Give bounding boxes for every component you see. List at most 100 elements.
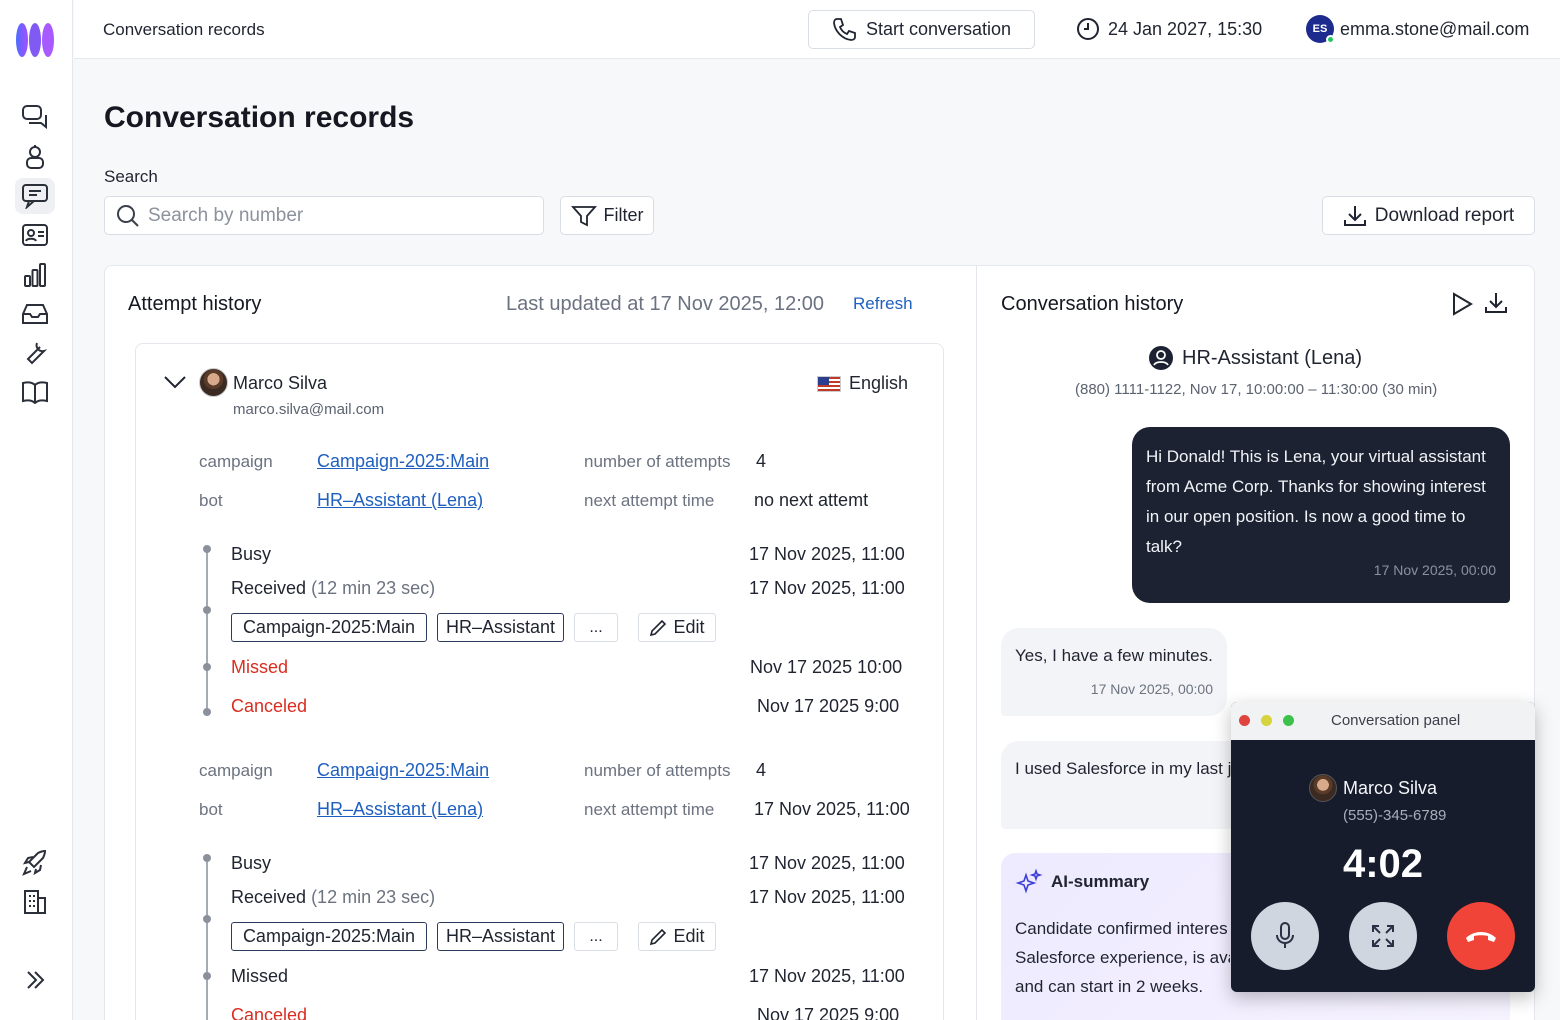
edit-label: Edit [673, 617, 705, 637]
event-status-text: Received [231, 887, 307, 907]
chats-icon[interactable] [15, 99, 55, 135]
inbox-icon[interactable] [15, 296, 55, 332]
window-titlebar[interactable]: Conversation panel [1231, 702, 1535, 740]
knowledge-base-icon[interactable] [15, 374, 55, 410]
filter-button[interactable]: Filter [560, 196, 654, 235]
start-conversation-button[interactable]: Start conversation [808, 10, 1035, 49]
sidebar [0, 0, 73, 1020]
edit-button[interactable]: Edit [638, 613, 716, 642]
conversation-records-icon[interactable] [15, 178, 55, 214]
language-label: English [849, 373, 909, 393]
event-time: Nov 17 2025 9:00 [757, 696, 900, 716]
panel-divider [976, 265, 977, 1020]
user-menu[interactable]: ES emma.stone@mail.com [1306, 15, 1529, 44]
campaign-label: campaign [199, 761, 273, 780]
caller-number: (555)-345-6789 [1343, 807, 1447, 824]
bot-tag[interactable]: HR–Assistant [437, 613, 564, 642]
download-report-button[interactable]: Download report [1322, 196, 1535, 235]
event-status-text: Received [231, 578, 307, 598]
bot-tag[interactable]: HR–Assistant [437, 922, 564, 951]
event-time: 17 Nov 2025, 11:00 [749, 578, 905, 598]
timeline-line [206, 548, 208, 713]
timeline-dot [203, 606, 211, 614]
search-box[interactable] [104, 196, 544, 235]
maximize-window-icon[interactable] [1283, 715, 1294, 726]
expand-icon [1370, 923, 1396, 949]
analytics-icon[interactable] [15, 257, 55, 293]
message-text: Yes, I have a few minutes. [1015, 646, 1213, 665]
play-icon[interactable] [1451, 292, 1473, 316]
edit-button[interactable]: Edit [638, 922, 716, 951]
bot-avatar-icon [1148, 345, 1174, 371]
event-time: 17 Nov 2025, 11:00 [749, 887, 905, 907]
campaign-link[interactable]: Campaign-2025:Main [317, 760, 489, 781]
search-label: Search [104, 167, 158, 186]
attempts-count-label: number of attempts [584, 761, 731, 780]
pencil-icon [649, 928, 667, 946]
filter-icon [570, 205, 597, 227]
rocket-icon[interactable] [15, 845, 55, 881]
topbar: Conversation records Start conversation … [74, 0, 1560, 59]
event-status: Missed [231, 657, 289, 677]
more-tags-button[interactable]: ... [574, 613, 618, 642]
event-time: Nov 17 2025 10:00 [750, 657, 903, 677]
more-tags-button[interactable]: ... [574, 922, 618, 951]
tools-icon[interactable] [15, 335, 55, 371]
us-flag-icon [817, 375, 841, 392]
event-status: Busy [231, 853, 272, 873]
app-logo[interactable] [14, 20, 56, 60]
timeline-dot [203, 545, 211, 553]
topbar-title: Conversation records [103, 20, 265, 39]
ai-summary-line: and can start in 2 weeks. [1015, 977, 1204, 996]
hang-up-icon [1464, 928, 1498, 944]
ai-summary-line: Candidate confirmed interes [1015, 919, 1228, 938]
contacts-icon[interactable] [15, 217, 55, 253]
caller-avatar [1309, 774, 1337, 802]
campaign-label: campaign [199, 452, 273, 471]
event-time: Nov 17 2025 9:00 [757, 1005, 900, 1020]
bot-call-details: (880) 1111-1122, Nov 17, 10:00:00 – 11:3… [1075, 381, 1438, 398]
end-call-button[interactable] [1447, 902, 1515, 970]
campaign-tag[interactable]: Campaign-2025:Main [231, 613, 427, 642]
refresh-link[interactable]: Refresh [853, 294, 913, 314]
campaign-tag[interactable]: Campaign-2025:Main [231, 922, 427, 951]
attempts-count-label: number of attempts [584, 452, 731, 471]
microphone-icon [1273, 921, 1297, 951]
timeline-dot [203, 708, 211, 716]
timeline-dot [203, 854, 211, 862]
bot-label: bot [199, 800, 223, 819]
download-icon[interactable] [1484, 291, 1508, 315]
event-status: Canceled [231, 1005, 308, 1020]
event-status: Received (12 min 23 sec) [231, 887, 435, 908]
user-message: Yes, I have a few minutes. 17 Nov 2025, … [1001, 628, 1227, 716]
search-input[interactable] [148, 204, 528, 227]
ai-summary-header: AI-summary [1015, 869, 1149, 895]
next-attempt-time: 17 Nov 2025, 11:00 [754, 799, 910, 819]
attempt-history-title: Attempt history [128, 293, 262, 315]
next-attempt-time: no next attemt [754, 490, 869, 510]
language-selector[interactable]: English [817, 373, 908, 394]
conversation-panel-window[interactable]: Conversation panel Marco Silva (555)-345… [1231, 702, 1535, 992]
message-time: 17 Nov 2025, 00:00 [1090, 681, 1213, 697]
organization-icon[interactable] [15, 884, 55, 920]
event-duration: (12 min 23 sec) [311, 887, 436, 907]
attempts-count: 4 [756, 760, 767, 780]
filter-label: Filter [603, 205, 644, 225]
campaign-link[interactable]: Campaign-2025:Main [317, 451, 489, 472]
timeline-dot [203, 972, 211, 980]
message-text: I used Salesforce in my last j [1015, 759, 1232, 778]
fullscreen-button[interactable] [1349, 902, 1417, 970]
minimize-window-icon[interactable] [1261, 715, 1272, 726]
download-report-label: Download report [1374, 204, 1515, 226]
bot-link[interactable]: HR–Assistant (Lena) [317, 799, 483, 820]
bot-icon[interactable] [15, 139, 55, 175]
expand-sidebar-icon[interactable] [15, 962, 55, 998]
chevron-down-icon[interactable] [163, 374, 187, 390]
bot-label: bot [199, 491, 223, 510]
bot-link[interactable]: HR–Assistant (Lena) [317, 490, 483, 511]
event-status: Missed [231, 966, 289, 986]
close-window-icon[interactable] [1239, 715, 1250, 726]
download-icon [1343, 204, 1367, 228]
bot-header: HR-Assistant (Lena) [1148, 345, 1362, 371]
mute-button[interactable] [1251, 902, 1319, 970]
